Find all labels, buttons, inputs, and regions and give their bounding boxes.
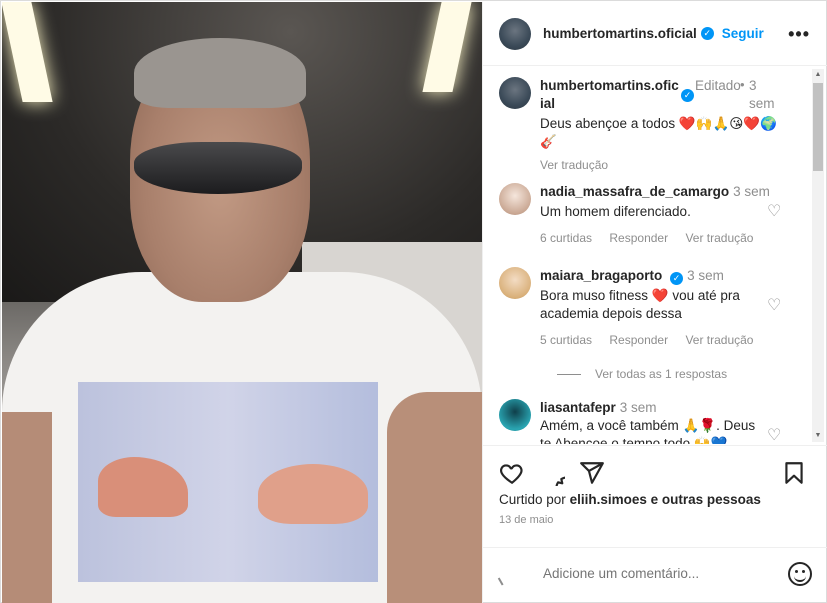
bookmark-icon[interactable] xyxy=(781,460,807,486)
comment-reply-button[interactable]: Responder xyxy=(609,333,668,347)
add-comment-input[interactable] xyxy=(543,566,763,581)
comment-text: Um homem diferenciado. xyxy=(540,204,691,219)
author-avatar[interactable] xyxy=(499,17,531,50)
liked-by-prefix: Curtido por xyxy=(499,492,566,507)
commenter-username[interactable]: maiara_bragaporto xyxy=(540,268,662,283)
commenter-avatar[interactable] xyxy=(499,399,531,431)
comment-text: Amém, a você também 🙏🌹. Deus te Abençoe … xyxy=(540,418,756,444)
sunglasses xyxy=(134,142,302,194)
right-arm xyxy=(387,392,482,603)
comment-meta: 5 curtidas Responder Ver tradução xyxy=(540,333,767,347)
post-photo[interactable] xyxy=(2,2,482,603)
share-icon[interactable] xyxy=(579,460,605,486)
scroll-down-arrow-icon[interactable]: ▼ xyxy=(812,430,824,442)
comments-list[interactable]: humbertomartins.oficial ✓ Editado • 3 se… xyxy=(483,67,827,444)
verified-badge-icon: ✓ xyxy=(670,272,684,285)
comment-header: nadia_massafra_de_camargo 3 sem xyxy=(540,183,790,201)
caption-dot: • xyxy=(740,77,745,92)
commenter-avatar[interactable] xyxy=(499,183,531,215)
liked-by-line: Curtido por eliih.simoes e outras pessoa… xyxy=(499,492,761,507)
comment-text: Bora muso fitness ❤️ vou até pra academi… xyxy=(540,288,740,321)
hair xyxy=(134,38,306,108)
follow-button[interactable]: Seguir xyxy=(722,26,764,41)
heart-icon[interactable] xyxy=(499,460,525,486)
comment-header: maiara_bragaporto ✓ 3 sem xyxy=(540,267,790,285)
comment-indicator-icon xyxy=(497,572,513,586)
liked-by-user[interactable]: eliih.simoes xyxy=(570,492,647,507)
commenter-username[interactable]: liasantafepr xyxy=(540,400,616,415)
caption-translate-link[interactable]: Ver tradução xyxy=(540,158,608,172)
more-options-icon[interactable]: ••• xyxy=(788,24,810,45)
comment-like-heart-icon[interactable]: ♡ xyxy=(767,295,781,315)
comment-likes-count[interactable]: 5 curtidas xyxy=(540,333,592,347)
caption-text: Deus abençoe a todos ❤️🙌🙏😘❤️🌍🎸 xyxy=(540,116,777,149)
verified-badge-icon: ✓ xyxy=(700,27,714,40)
comment-icon[interactable] xyxy=(539,460,565,486)
comment-likes-count[interactable]: 6 curtidas xyxy=(540,231,592,245)
post-side-panel: humbertomartins.oficial ✓ Seguir ••• hum… xyxy=(482,2,827,603)
comment-translate-link[interactable]: Ver tradução xyxy=(685,231,753,245)
comments-scrollbar[interactable]: ▲ ▼ xyxy=(812,69,824,442)
comment-header: liasantafepr 3 sem xyxy=(540,399,790,417)
comment-time[interactable]: 3 sem xyxy=(620,400,657,415)
commenter-avatar[interactable] xyxy=(499,267,531,299)
comment-time[interactable]: 3 sem xyxy=(733,184,770,199)
comment-meta: 6 curtidas Responder Ver tradução xyxy=(540,231,767,245)
comment-reply-button[interactable]: Responder xyxy=(609,231,668,245)
caption-edited-label: Editado xyxy=(695,78,741,93)
add-comment-row xyxy=(483,547,827,603)
shirt-print-chair xyxy=(258,464,368,524)
author-username[interactable]: humbertomartins.oficial xyxy=(543,26,697,41)
liked-by-suffix[interactable]: e outras pessoas xyxy=(651,492,761,507)
post-header: humbertomartins.oficial ✓ Seguir ••• xyxy=(483,2,827,66)
post-window: humbertomartins.oficial ✓ Seguir ••• hum… xyxy=(0,0,827,603)
emoji-icon[interactable] xyxy=(788,562,812,586)
comment-like-heart-icon[interactable]: ♡ xyxy=(767,425,781,444)
comment-time[interactable]: 3 sem xyxy=(687,268,724,283)
scrollbar-thumb[interactable] xyxy=(813,83,823,171)
comment-translate-link[interactable]: Ver tradução xyxy=(685,333,753,347)
caption-username[interactable]: humbertomartins.oficial xyxy=(540,77,680,113)
verified-badge-icon: ✓ xyxy=(681,89,694,102)
view-replies-link[interactable]: Ver todas as 1 respostas xyxy=(557,367,727,381)
caption-time[interactable]: 3 sem xyxy=(749,77,779,113)
left-arm xyxy=(2,412,52,603)
post-date[interactable]: 13 de maio xyxy=(499,514,553,526)
commenter-username[interactable]: nadia_massafra_de_camargo xyxy=(540,184,729,199)
comment-like-heart-icon[interactable]: ♡ xyxy=(767,201,781,221)
caption-avatar[interactable] xyxy=(499,77,531,109)
scroll-up-arrow-icon[interactable]: ▲ xyxy=(812,69,824,81)
